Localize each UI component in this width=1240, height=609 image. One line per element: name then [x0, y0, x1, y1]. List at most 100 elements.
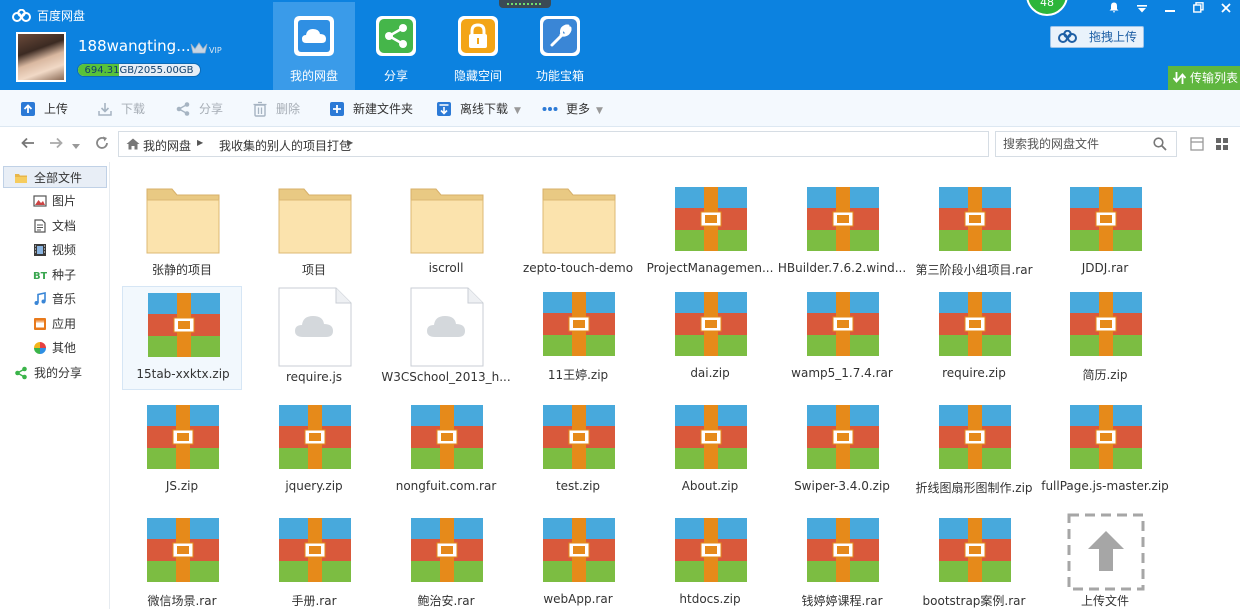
- file-item[interactable]: 折线图扇形图制作.zip: [914, 399, 1034, 503]
- sidebar-item-label: 全部文件: [34, 171, 83, 185]
- file-item[interactable]: 简历.zip: [1045, 286, 1165, 390]
- file-item[interactable]: 11王婷.zip: [518, 286, 638, 390]
- file-name: htdocs.zip: [679, 592, 741, 606]
- window-grip[interactable]: [499, 0, 551, 8]
- more-button[interactable]: 更多 ▼: [542, 100, 603, 118]
- notification-badge[interactable]: 48: [1026, 0, 1068, 16]
- back-arrow-icon[interactable]: [20, 136, 36, 152]
- nav-label: 功能宝箱: [535, 69, 584, 83]
- share-icon: [15, 366, 27, 380]
- quota-bar: 694.31GB/2055.00GB: [77, 63, 201, 77]
- offline-download-button[interactable]: 离线下载 ▼: [436, 100, 521, 118]
- list-view-icon[interactable]: [1190, 137, 1204, 151]
- file-item[interactable]: jquery.zip: [254, 399, 374, 503]
- archive-icon: [939, 405, 1011, 469]
- history-dropdown-icon[interactable]: [71, 136, 81, 152]
- sidebar-item[interactable]: 文档: [0, 215, 108, 237]
- refresh-icon[interactable]: [94, 136, 110, 152]
- forward-arrow-icon[interactable]: [48, 136, 64, 152]
- bell-icon[interactable]: [1101, 2, 1127, 18]
- file-item[interactable]: Swiper-3.4.0.zip: [782, 399, 902, 503]
- file-name: 手册.rar: [291, 594, 337, 608]
- sidebar-item[interactable]: 全部文件: [3, 166, 107, 188]
- file-name: 第三阶段小组项目.rar: [915, 263, 1033, 277]
- file-item[interactable]: HBuilder.7.6.2.wind...: [778, 181, 906, 285]
- avatar[interactable]: [16, 32, 66, 82]
- transfer-list-button[interactable]: 传输列表: [1168, 66, 1240, 90]
- upload-file-icon: [1067, 513, 1145, 591]
- file-item[interactable]: W3CSchool_2013_h...: [381, 282, 511, 386]
- breadcrumb: 我的网盘 ▶ 我收集的别人的项目打包 ▶: [118, 131, 989, 157]
- sidebar-item[interactable]: 音乐: [0, 288, 108, 310]
- transfer-list-label: 传输列表: [1190, 71, 1239, 85]
- delete-label: 删除: [276, 102, 301, 116]
- vip-crown-icon[interactable]: VIP: [189, 40, 225, 56]
- search-input[interactable]: [996, 132, 1146, 156]
- breadcrumb-separator-icon[interactable]: ▶: [197, 138, 203, 147]
- file-name: 简历.zip: [1082, 368, 1128, 382]
- sidebar-item-label: 图片: [52, 194, 77, 208]
- file-item[interactable]: JS.zip: [122, 399, 242, 503]
- nav-hidden-space[interactable]: 隐藏空间: [437, 2, 519, 90]
- file-item[interactable]: htdocs.zip: [650, 512, 770, 609]
- download-label: 下载: [121, 102, 146, 116]
- sidebar-item[interactable]: 视频: [0, 239, 108, 261]
- cloud-icon: [294, 16, 334, 56]
- close-button[interactable]: [1213, 2, 1239, 18]
- file-item[interactable]: 15tab-xxktx.zip: [122, 286, 242, 390]
- file-item[interactable]: 第三阶段小组项目.rar: [914, 181, 1034, 285]
- upload-label: 上传: [44, 102, 69, 116]
- file-item[interactable]: dai.zip: [650, 286, 770, 390]
- file-item[interactable]: 钱婷婷课程.rar: [782, 512, 902, 609]
- sidebar-item-label: 视频: [52, 243, 77, 257]
- drag-upload-button[interactable]: 拖拽上传: [1050, 26, 1144, 48]
- file-item[interactable]: iscroll: [386, 181, 506, 285]
- file-name: jquery.zip: [285, 479, 343, 493]
- username[interactable]: 188wangting...: [78, 37, 191, 55]
- file-item[interactable]: test.zip: [518, 399, 638, 503]
- file-item[interactable]: ProjectManagemen...: [647, 181, 773, 285]
- sidebar-item[interactable]: 我的分享: [0, 362, 108, 384]
- file-item[interactable]: nongfuit.com.rar: [386, 399, 506, 503]
- file-item[interactable]: webApp.rar: [518, 512, 638, 609]
- sidebar-item[interactable]: 其他: [0, 337, 108, 359]
- search-icon[interactable]: [1153, 137, 1167, 151]
- more-dots-icon: [542, 107, 558, 111]
- minimize-button[interactable]: [1157, 2, 1183, 18]
- file-item[interactable]: 鲍治安.rar: [386, 512, 506, 609]
- file-name: webApp.rar: [543, 592, 613, 606]
- file-item[interactable]: require.zip: [914, 286, 1034, 390]
- breadcrumb-separator-icon[interactable]: ▶: [347, 138, 353, 147]
- sidebar-item[interactable]: 应用: [0, 313, 108, 335]
- file-item[interactable]: 手册.rar: [254, 512, 374, 609]
- file-item[interactable]: bootstrap案例.rar: [914, 512, 1034, 609]
- file-item[interactable]: 张静的项目: [122, 181, 242, 285]
- sidebar-item[interactable]: 图片: [0, 190, 108, 212]
- file-item[interactable]: require.js: [254, 282, 374, 386]
- file-item[interactable]: About.zip: [650, 399, 770, 503]
- breadcrumb-root[interactable]: 我的网盘: [143, 137, 191, 154]
- file-item[interactable]: fullPage.js-master.zip: [1041, 399, 1169, 503]
- file-item[interactable]: JDDJ.rar: [1045, 181, 1165, 285]
- file-item[interactable]: wamp5_1.7.4.rar: [782, 286, 902, 390]
- grid-view-icon[interactable]: [1215, 137, 1229, 151]
- delete-button[interactable]: 删除: [252, 100, 300, 118]
- home-icon[interactable]: [126, 138, 140, 150]
- upload-button[interactable]: 上传: [20, 100, 68, 118]
- sidebar-item[interactable]: BT 种子: [0, 264, 108, 286]
- new-folder-button[interactable]: 新建文件夹: [329, 100, 413, 118]
- nav-my-disk[interactable]: 我的网盘: [273, 2, 355, 90]
- nav-share[interactable]: 分享: [355, 2, 437, 90]
- file-item[interactable]: 项目: [254, 181, 374, 285]
- file-item[interactable]: zepto-touch-demo: [518, 181, 638, 285]
- download-button[interactable]: 下载: [97, 100, 145, 118]
- file-item[interactable]: 微信场景.rar: [122, 512, 242, 609]
- share-button[interactable]: 分享: [175, 100, 223, 118]
- menu-dropdown-icon[interactable]: [1129, 2, 1155, 18]
- nav-toolbox[interactable]: 功能宝箱: [519, 2, 601, 90]
- breadcrumb-current[interactable]: 我收集的别人的项目打包: [219, 137, 351, 154]
- toolbar: 上传 下载 分享 删除 新建文件夹 离线下载 ▼ 更多 ▼: [0, 90, 1240, 127]
- file-item[interactable]: 上传文件: [1045, 508, 1165, 609]
- maximize-button[interactable]: [1185, 2, 1211, 18]
- file-name: zepto-touch-demo: [522, 261, 634, 275]
